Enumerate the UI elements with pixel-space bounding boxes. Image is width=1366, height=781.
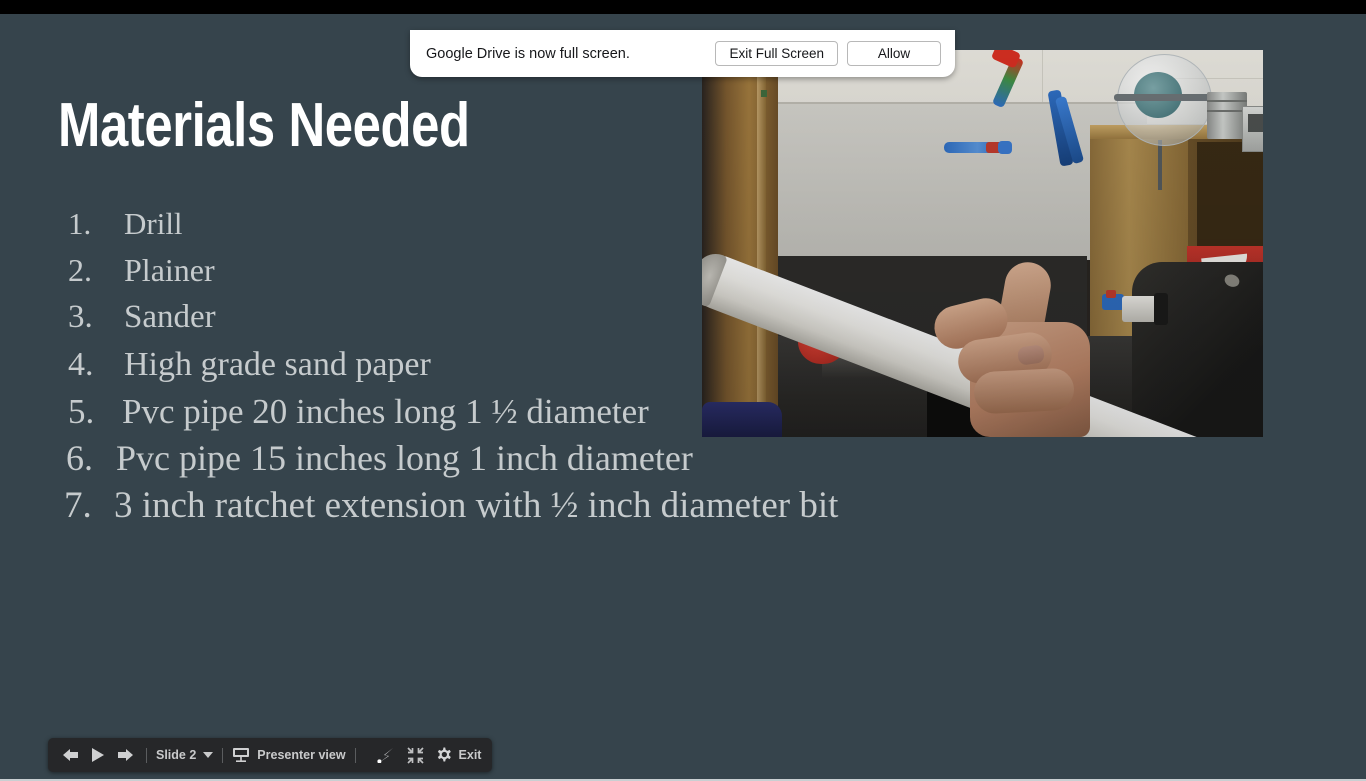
arrow-right-icon[interactable]: [113, 743, 137, 767]
list-item-number: 3.: [68, 299, 93, 335]
presentation-fullscreen-window: Materials Needed 1. Drill 2. Plainer 3. …: [0, 0, 1366, 781]
letterbox-top-bar: [0, 0, 1366, 14]
arrow-left-icon[interactable]: [59, 743, 83, 767]
slide-canvas: Materials Needed 1. Drill 2. Plainer 3. …: [0, 14, 1366, 779]
list-item-label: Pvc pipe 20 inches long 1 ½ diameter: [122, 392, 649, 431]
slide-photo: [702, 50, 1263, 437]
list-item-label: Plainer: [124, 252, 215, 288]
fullscreen-notification: Google Drive is now full screen. Exit Fu…: [410, 30, 955, 77]
laser-pointer-icon[interactable]: [376, 743, 396, 767]
page-title: Materials Needed: [58, 91, 470, 160]
presenter-view-button[interactable]: Presenter view: [257, 748, 345, 762]
toolbar-divider: [146, 747, 147, 763]
list-item: 7. 3 inch ratchet extension with ½ inch …: [60, 482, 900, 529]
projector-screen-icon[interactable]: [232, 743, 250, 767]
shrink-fullscreen-icon[interactable]: [406, 743, 424, 767]
list-item: 6. Pvc pipe 15 inches long 1 inch diamet…: [60, 435, 900, 482]
list-item-label: Sander: [124, 299, 216, 335]
exit-button[interactable]: Exit: [459, 748, 482, 762]
gear-icon[interactable]: [435, 743, 452, 767]
presenter-toolbar: Slide 2 Presenter view Exit: [48, 738, 493, 772]
list-item-label: High grade sand paper: [124, 346, 431, 383]
list-item-label: Pvc pipe 15 inches long 1 inch diameter: [116, 438, 693, 478]
toolbar-divider: [354, 747, 356, 763]
list-item-label: 3 inch ratchet extension with ½ inch dia…: [114, 485, 839, 526]
toolbar-divider: [222, 747, 224, 763]
list-item-number: 4.: [68, 346, 94, 383]
chevron-down-icon[interactable]: [203, 752, 214, 758]
list-item-number: 5.: [68, 392, 95, 431]
list-item-label: Drill: [124, 206, 183, 241]
list-item-number: 6.: [66, 438, 93, 478]
list-item-number: 7.: [64, 485, 92, 526]
fullscreen-notification-message: Google Drive is now full screen.: [426, 45, 630, 62]
allow-button[interactable]: Allow: [847, 41, 941, 66]
play-icon[interactable]: [90, 743, 106, 767]
slide-number-label[interactable]: Slide 2: [156, 748, 196, 762]
list-item-number: 1.: [68, 206, 92, 241]
exit-full-screen-button[interactable]: Exit Full Screen: [715, 41, 838, 66]
list-item-number: 2.: [68, 252, 92, 288]
